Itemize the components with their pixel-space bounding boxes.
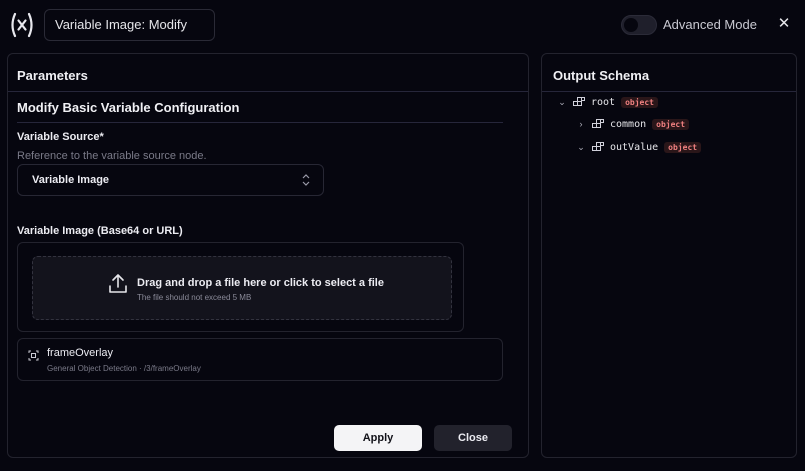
dropzone-size-hint: The file should not exceed 5 MB: [137, 293, 252, 302]
toggle-knob: [624, 18, 638, 32]
node-title-input[interactable]: Variable Image: Modify: [44, 9, 215, 41]
file-upload-container: Drag and drop a file here or click to se…: [17, 242, 464, 332]
chevron-updown-icon: [301, 165, 311, 208]
object-node-icon: [573, 96, 585, 108]
tree-node-name: common: [610, 118, 647, 130]
tree-node-root[interactable]: ⌄ root object: [557, 94, 658, 110]
object-node-icon: [592, 118, 604, 130]
app-window: Variable Image: Modify Advanced Mode ✕ P…: [0, 0, 805, 471]
variable-logo-icon: [9, 11, 35, 39]
tree-node-name: root: [591, 96, 616, 108]
type-badge: object: [652, 118, 690, 130]
variable-source-select[interactable]: Variable Image: [17, 164, 324, 196]
type-badge: object: [621, 96, 658, 108]
close-icon[interactable]: ✕: [776, 15, 792, 33]
advanced-mode-label: Advanced Mode: [663, 17, 757, 32]
type-badge: object: [664, 141, 702, 153]
upload-icon: [108, 273, 128, 295]
tree-node-name: outValue: [610, 141, 659, 153]
close-button[interactable]: Close: [434, 425, 512, 451]
frame-overlay-item[interactable]: frameOverlay General Object Detection · …: [17, 338, 503, 381]
parameters-title: Parameters: [17, 68, 88, 83]
variable-source-label: Variable Source*: [17, 131, 104, 143]
item-title: frameOverlay: [47, 347, 114, 359]
variable-source-value: Variable Image: [32, 174, 110, 186]
section-title: Modify Basic Variable Configuration: [17, 100, 240, 115]
tree-node-common[interactable]: › common object: [576, 116, 690, 132]
output-schema-title: Output Schema: [553, 68, 650, 83]
divider: [17, 122, 503, 123]
tree-node-outvalue[interactable]: ⌄ outValue object: [576, 139, 702, 155]
advanced-mode-toggle[interactable]: [621, 15, 657, 35]
divider: [542, 91, 796, 92]
chevron-down-icon[interactable]: ⌄: [576, 142, 586, 153]
divider: [8, 91, 528, 92]
dropzone-instructions: Drag and drop a file here or click to se…: [137, 277, 384, 289]
file-dropzone[interactable]: Drag and drop a file here or click to se…: [32, 256, 452, 320]
item-subtitle: General Object Detection · /3/frameOverl…: [47, 364, 201, 373]
apply-button[interactable]: Apply: [334, 425, 422, 451]
output-schema-panel: Output Schema ⌄ root object › common obj…: [541, 53, 797, 458]
chevron-down-icon[interactable]: ⌄: [557, 97, 567, 108]
variable-source-help: Reference to the variable source node.: [17, 150, 207, 162]
frame-icon: [28, 348, 39, 361]
object-node-icon: [592, 141, 604, 153]
parameters-panel: Parameters Modify Basic Variable Configu…: [7, 53, 529, 458]
variable-image-label: Variable Image (Base64 or URL): [17, 225, 183, 237]
chevron-right-icon[interactable]: ›: [576, 119, 586, 129]
